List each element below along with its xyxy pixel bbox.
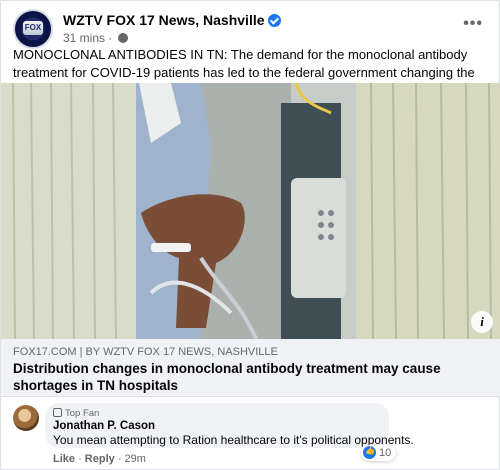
top-fan-label: Top Fan [65,408,100,419]
post-meta: 31 mins · [63,31,128,45]
globe-icon [117,33,128,43]
more-options-icon[interactable]: ••• [463,15,483,33]
link-domain: FOX17.COM | BY WZTV FOX 17 NEWS, NASHVIL… [13,346,278,358]
page-avatar-logo: FOX [23,21,43,35]
info-icon[interactable]: i [471,311,493,333]
comment-text: You mean attempting to Ration healthcare… [53,433,414,447]
verified-icon [267,14,281,27]
link-preview-image[interactable]: i [1,83,500,339]
action-separator: · [75,453,85,465]
reaction-count: 10 [379,447,392,459]
reply-button[interactable]: Reply [85,453,115,465]
post-card: FOX WZTV FOX 17 News, Nashville 31 mins … [0,0,500,470]
comment-bubble: Top Fan Jonathan P. Cason You mean attem… [45,403,414,448]
comment-actions: Like · Reply · 29m [53,453,146,465]
top-fan-badge: Top Fan [53,408,99,419]
page-name-row[interactable]: WZTV FOX 17 News, Nashville [63,12,281,28]
top-fan-icon [53,408,62,417]
commenter-avatar[interactable] [13,405,39,431]
page-name[interactable]: WZTV FOX 17 News, Nashville [63,12,265,28]
page-avatar[interactable]: FOX [13,9,53,49]
link-title[interactable]: Distribution changes in monoclonal antib… [13,360,489,394]
like-reaction-icon [363,446,376,459]
action-separator: · [114,453,125,465]
reaction-count-badge[interactable]: 10 [361,445,397,461]
hospital-photo [1,83,500,339]
post-timestamp[interactable]: 31 mins · [63,31,116,45]
commenter-name[interactable]: Jonathan P. Cason [53,420,155,432]
link-preview-meta[interactable]: FOX17.COM | BY WZTV FOX 17 NEWS, NASHVIL… [1,339,500,397]
like-button[interactable]: Like [53,453,75,465]
comment-time[interactable]: 29m [125,453,146,465]
